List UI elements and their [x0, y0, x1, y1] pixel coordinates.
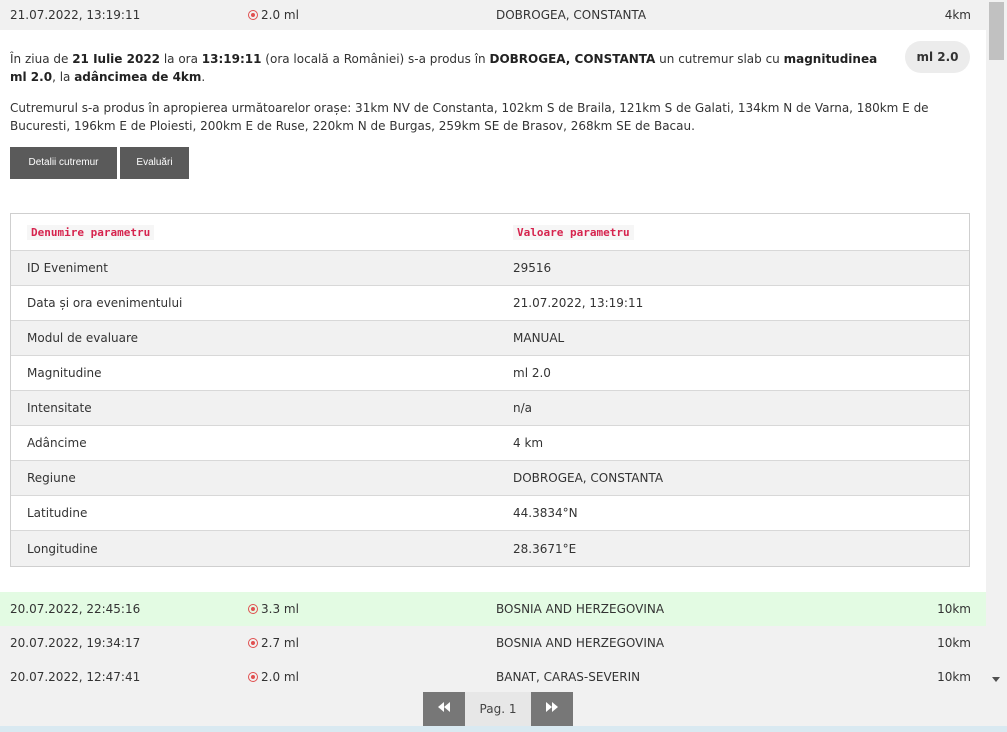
event-depth: 4km	[944, 8, 971, 22]
desc-text: (ora locală a României) s-a produs în	[261, 52, 490, 66]
previous-page-button[interactable]	[423, 692, 465, 726]
desc-text: la ora	[160, 52, 202, 66]
param-name: Regiune	[27, 471, 76, 485]
magnitude-target-icon	[248, 10, 258, 20]
event-magnitude-value: 2.0 ml	[261, 8, 299, 22]
event-magnitude-value: 2.0 ml	[261, 670, 299, 684]
param-name: Magnitudine	[27, 366, 102, 380]
magnitude-target-icon	[248, 672, 258, 682]
event-row[interactable]: 20.07.2022, 12:47:41 2.0 ml BANAT, CARAS…	[0, 660, 986, 692]
param-value: ml 2.0	[513, 366, 551, 380]
table-row: Modul de evaluare MANUAL	[11, 321, 969, 356]
param-name: ID Eveniment	[27, 261, 108, 275]
param-name: Data și ora evenimentului	[27, 296, 183, 310]
event-time: 21.07.2022, 13:19:11	[10, 8, 141, 22]
events-list: 21.07.2022, 13:19:11 2.0 ml DOBROGEA, CO…	[0, 0, 986, 692]
table-header-cell: Valoare parametru	[497, 225, 969, 240]
event-depth: 10km	[937, 636, 971, 650]
earthquake-details-button[interactable]: Detalii cutremur	[10, 147, 117, 179]
desc-depth: adâncimea de 4km	[74, 70, 202, 84]
event-region: BOSNIA AND HERZEGOVINA	[496, 602, 665, 616]
event-row[interactable]: 20.07.2022, 22:45:16 3.3 ml BOSNIA AND H…	[0, 592, 986, 626]
table-row: Longitudine 28.3671°E	[11, 531, 969, 566]
event-region: BOSNIA AND HERZEGOVINA	[496, 636, 665, 650]
magnitude-target-icon	[248, 604, 258, 614]
evaluations-button[interactable]: Evaluări	[120, 147, 189, 179]
event-magnitude: 3.3 ml	[248, 592, 299, 626]
parameters-table: Denumire parametru Valoare parametru ID …	[10, 213, 970, 567]
desc-region: DOBROGEA, CONSTANTA	[489, 52, 656, 66]
event-magnitude: 2.0 ml	[248, 660, 299, 692]
param-value: MANUAL	[513, 331, 565, 345]
desc-time: 13:19:11	[201, 52, 262, 66]
param-value: 28.3671°E	[513, 541, 577, 556]
table-row: Adâncime 4 km	[11, 426, 969, 461]
param-name: Intensitate	[27, 401, 92, 415]
event-magnitude: 2.7 ml	[248, 626, 299, 660]
event-description: În ziua de 21 Iulie 2022 la ora 13:19:11…	[10, 50, 895, 86]
nearby-cities: Cutremurul s-a produs în apropierea urmă…	[10, 101, 929, 133]
event-magnitude-value: 3.3 ml	[261, 602, 299, 616]
event-time: 20.07.2022, 19:34:17	[10, 636, 141, 650]
event-time: 20.07.2022, 22:45:16	[10, 602, 141, 616]
table-row: Data și ora evenimentului 21.07.2022, 13:…	[11, 286, 969, 321]
magnitude-target-icon	[248, 638, 258, 648]
page-indicator: Pag. 1	[465, 692, 531, 726]
event-time: 20.07.2022, 12:47:41	[10, 670, 141, 684]
param-name: Longitudine	[27, 541, 98, 556]
scroll-down-arrow-icon[interactable]	[992, 677, 1000, 682]
desc-text: un cutremur slab cu	[655, 52, 784, 66]
desc-text: .	[201, 70, 206, 84]
table-row: Latitudine 44.3834°N	[11, 496, 969, 531]
table-row: ID Eveniment 29516	[11, 251, 969, 286]
event-region: BANAT, CARAS-SEVERIN	[496, 670, 641, 684]
event-row-selected[interactable]: 21.07.2022, 13:19:11 2.0 ml DOBROGEA, CO…	[0, 0, 986, 30]
desc-text: În ziua de	[10, 52, 73, 66]
param-value: DOBROGEA, CONSTANTA	[513, 471, 664, 485]
param-value: 4 km	[513, 436, 544, 450]
param-value: n/a	[513, 401, 533, 415]
param-name: Modul de evaluare	[27, 331, 139, 345]
event-row[interactable]: 20.07.2022, 19:34:17 2.7 ml BOSNIA AND H…	[0, 626, 986, 660]
param-name: Latitudine	[27, 506, 88, 520]
footer-strip	[0, 726, 1007, 732]
event-depth: 10km	[937, 602, 971, 616]
event-magnitude-value: 2.7 ml	[261, 636, 299, 650]
param-value: 29516	[513, 261, 552, 275]
scrollbar-thumb[interactable]	[989, 2, 1004, 60]
header-parameter-value: Valoare parametru	[513, 225, 634, 240]
desc-date: 21 Iulie 2022	[72, 52, 161, 66]
magnitude-badge: ml 2.0	[905, 41, 970, 73]
table-header-row: Denumire parametru Valoare parametru	[11, 214, 969, 251]
vertical-scrollbar[interactable]	[986, 0, 1007, 692]
double-left-arrow-icon	[437, 701, 451, 716]
table-header-cell: Denumire parametru	[11, 225, 497, 240]
table-row: Magnitudine ml 2.0	[11, 356, 969, 391]
table-row: Intensitate n/a	[11, 391, 969, 426]
event-depth: 10km	[937, 670, 971, 684]
table-row: Regiune DOBROGEA, CONSTANTA	[11, 461, 969, 496]
event-magnitude: 2.0 ml	[248, 0, 299, 30]
desc-text: , la	[52, 70, 75, 84]
param-value: 21.07.2022, 13:19:11	[513, 296, 644, 310]
double-right-arrow-icon	[545, 701, 559, 716]
event-region: DOBROGEA, CONSTANTA	[496, 8, 647, 22]
header-parameter-name: Denumire parametru	[27, 225, 155, 240]
param-name: Adâncime	[27, 436, 87, 450]
event-details-panel: În ziua de 21 Iulie 2022 la ora 13:19:11…	[0, 30, 986, 592]
next-page-button[interactable]	[531, 692, 573, 726]
param-value: 44.3834°N	[513, 506, 578, 520]
